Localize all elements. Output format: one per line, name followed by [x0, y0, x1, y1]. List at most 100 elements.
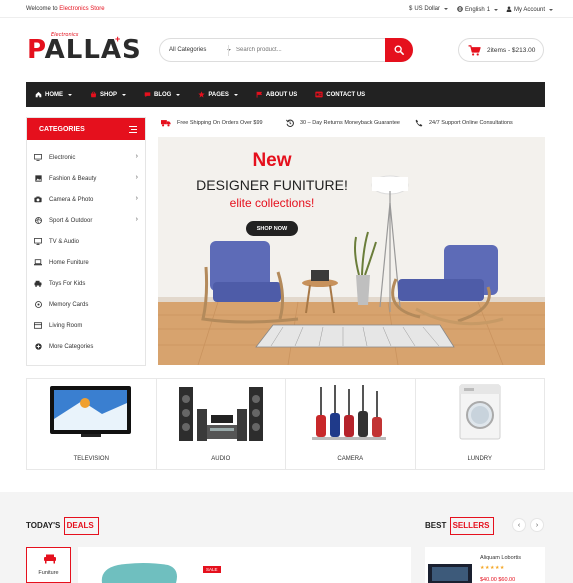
welcome-text: Welcome to Electronics Store	[26, 6, 105, 12]
category-item-sport[interactable]: Sport & Outdoor ›	[27, 210, 145, 231]
ball-icon	[33, 217, 43, 224]
rating-stars: ★★★★★	[480, 565, 505, 571]
categories-header[interactable]: CATEGORIES	[27, 118, 145, 140]
home-icon	[35, 91, 42, 98]
chevron-right-icon: ›	[135, 216, 138, 223]
category-item-memory-cards[interactable]: Memory Cards	[27, 294, 145, 315]
sofa-icon	[33, 322, 43, 329]
language-label: English	[465, 7, 485, 13]
store-name: Electronics Store	[59, 6, 105, 12]
category-item-more[interactable]: More Categories	[27, 336, 145, 357]
site-logo[interactable]: Electronics PALLAS +	[27, 32, 141, 66]
camera-image	[312, 385, 386, 440]
service-support: 24/7 Support Online Consultations	[415, 117, 513, 129]
logo-rest: ALLAS	[44, 35, 142, 65]
category-label: Home Funiture	[49, 259, 89, 266]
cart-button[interactable]: 2items - $213.00	[458, 38, 544, 62]
top-bar: Welcome to Electronics Store $ US Dollar…	[0, 0, 573, 18]
cart-summary: 2items - $213.00	[487, 46, 536, 54]
search-divider	[228, 45, 229, 56]
camera-icon	[33, 196, 43, 203]
category-item-tv-audio[interactable]: TV & Audio	[27, 231, 145, 252]
category-label: Memory Cards	[49, 301, 89, 308]
category-item-camera[interactable]: Camera & Photo ›	[27, 189, 145, 210]
category-list: Electronic › Fashion & Beauty › Camera & P…	[27, 140, 145, 357]
laptop-icon	[33, 259, 43, 266]
service-free-shipping: Free Shipping On Orders Over $99	[161, 117, 263, 129]
product-category-strip: TELEVISION AUDIO CAMERA LUNDRY	[26, 378, 545, 470]
category-label: Toys For Kids	[49, 280, 86, 287]
search-button[interactable]	[385, 38, 413, 62]
truck-icon	[161, 120, 171, 127]
hero-banner: New DESIGNER FUNITURE! elite collections…	[158, 137, 545, 365]
sale-badge: SALE	[203, 566, 221, 573]
nav-label: PAGES	[208, 91, 229, 98]
nav-item-pages[interactable]: PAGES	[189, 82, 247, 107]
logo-first-letter: P	[27, 35, 45, 65]
search-input[interactable]	[236, 43, 376, 57]
category-label: Sport & Outdoor	[49, 217, 93, 224]
deal-product-card[interactable]: SALE	[78, 547, 411, 583]
categories-panel: CATEGORIES Electronic › Fashion & Beauty ›…	[26, 117, 146, 366]
account-menu[interactable]: My Account	[506, 6, 554, 14]
search-category-label: All Categories	[169, 47, 207, 53]
product-category-label: LUNDRY	[467, 456, 493, 462]
nav-item-about[interactable]: ABOUT US	[247, 82, 306, 107]
nav-item-home[interactable]: HOME	[26, 82, 81, 107]
chevron-down-icon	[549, 9, 554, 11]
shop-icon	[90, 91, 97, 98]
return-icon	[286, 119, 294, 127]
chevron-down-icon	[68, 93, 72, 96]
chevron-left-icon: ‹	[517, 521, 521, 529]
search-category-select[interactable]: All Categories	[169, 47, 231, 53]
image-icon	[33, 175, 43, 182]
category-label: Living Room	[49, 322, 83, 329]
product-category-lundry[interactable]: LUNDRY	[416, 379, 545, 469]
chevron-down-icon	[176, 93, 181, 96]
category-item-living-room[interactable]: Living Room	[27, 315, 145, 336]
service-label: Free Shipping On Orders Over $99	[177, 120, 263, 126]
category-label: Camera & Photo	[49, 196, 94, 203]
language-selector[interactable]: English 1	[457, 6, 499, 14]
category-label: More Categories	[49, 343, 94, 350]
flag-icon	[256, 91, 263, 98]
plus-circle-icon	[33, 343, 43, 350]
currency-selector[interactable]: $ US Dollar	[409, 6, 449, 12]
nav-item-shop[interactable]: SHOP	[81, 82, 135, 107]
currency-label: US Dollar	[414, 6, 441, 12]
category-item-home-funiture[interactable]: Home Funiture	[27, 252, 145, 273]
product-category-television[interactable]: TELEVISION	[27, 379, 157, 469]
prev-arrow-button[interactable]: ‹	[512, 518, 526, 532]
best-title-highlight: SELLERS	[449, 517, 495, 535]
washing-machine-image	[459, 384, 500, 440]
best-seller-card[interactable]: Aliquam Lobortis ★★★★★ $40.00 $60.00	[425, 547, 545, 583]
category-item-fashion[interactable]: Fashion & Beauty ›	[27, 168, 145, 189]
nav-label: ABOUT US	[265, 91, 298, 98]
banner-headline: DESIGNER FUNITURE!	[196, 177, 348, 193]
next-arrow-button[interactable]: ›	[530, 518, 544, 532]
card-icon	[315, 91, 323, 98]
memory-card-icon	[33, 301, 43, 308]
product-category-audio[interactable]: AUDIO	[157, 379, 286, 469]
audio-image	[178, 387, 263, 441]
shop-now-button[interactable]: SHOP NOW	[246, 221, 298, 236]
category-label: Fashion & Beauty	[49, 175, 97, 182]
category-item-toys[interactable]: Toys For Kids	[27, 273, 145, 294]
category-item-electronic[interactable]: Electronic ›	[27, 147, 145, 168]
product-category-camera[interactable]: CAMERA	[286, 379, 416, 469]
television-image	[50, 386, 131, 437]
todays-deals-title: TODAY'S DEALS	[26, 517, 99, 535]
deal-tab-funiture[interactable]: Funiture	[26, 547, 71, 583]
phone-icon	[415, 119, 423, 127]
language-suffix: 1	[486, 7, 491, 13]
best-title-prefix: BEST	[425, 521, 447, 530]
nav-item-contact[interactable]: CONTACT US	[306, 82, 374, 107]
chevron-down-icon	[444, 8, 449, 10]
nav-item-blog[interactable]: BLOG	[135, 82, 189, 107]
service-returns: 30 – Day Returns Moneyback Guarantee	[286, 117, 400, 129]
categories-title: CATEGORIES	[39, 125, 85, 133]
deals-title-highlight: DEALS	[63, 517, 99, 535]
best-seller-image	[428, 564, 472, 583]
best-seller-name: Aliquam Lobortis	[480, 555, 521, 561]
globe-icon	[457, 6, 463, 14]
